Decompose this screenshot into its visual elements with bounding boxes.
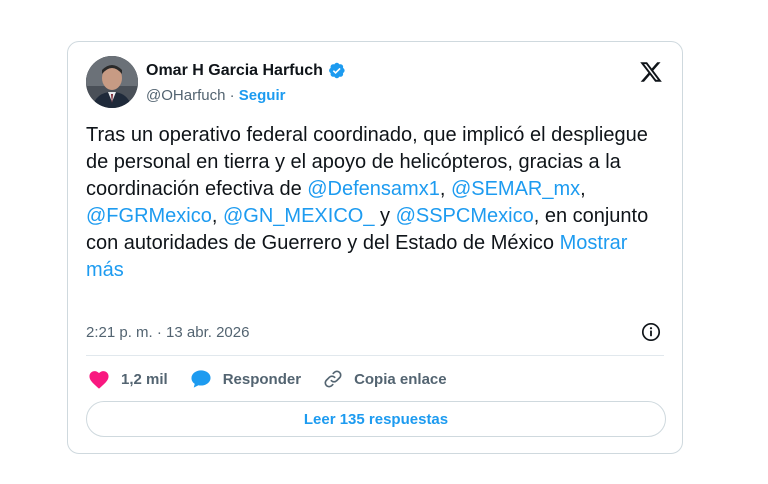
mention-link[interactable]: @Defensamx1: [307, 178, 440, 200]
avatar[interactable]: [86, 56, 138, 108]
heart-icon: [89, 371, 109, 389]
tweet-text-run: ,: [439, 178, 451, 200]
link-icon: [324, 370, 342, 388]
read-replies-label: Leer 135 respuestas: [303, 410, 449, 428]
x-logo-icon[interactable]: [639, 60, 663, 84]
tweet-text-run: y: [374, 205, 396, 227]
tweet-embed-card: Omar H Garcia Harfuch @OHarfuch · Seguir…: [67, 41, 683, 454]
tweet-timestamp[interactable]: 2:21 p. m. · 13 abr. 2026: [86, 324, 249, 341]
author-name[interactable]: Omar H Garcia Harfuch: [146, 62, 323, 80]
tweet-text-run: ,: [580, 178, 586, 200]
tweet-text: Tras un operativo federal coordinado, qu…: [86, 122, 668, 284]
author-handle-row: @OHarfuch · Seguir: [146, 87, 285, 104]
action-bar: 1,2 mil Responder Copia enlace: [88, 367, 469, 391]
info-icon[interactable]: [641, 322, 661, 342]
mention-link[interactable]: @GN_MEXICO_: [223, 205, 374, 227]
like-count: 1,2 mil: [121, 370, 168, 388]
read-replies-button[interactable]: Leer 135 respuestas: [86, 401, 666, 437]
mention-link[interactable]: @SEMAR_mx: [451, 178, 580, 200]
divider: [86, 355, 664, 356]
reply-label: Responder: [222, 370, 302, 388]
reply-button[interactable]: Responder: [190, 367, 301, 391]
author-name-row: Omar H Garcia Harfuch: [146, 61, 346, 80]
verified-badge-icon: [329, 62, 345, 79]
author-handle[interactable]: @OHarfuch: [146, 87, 225, 104]
mention-link[interactable]: @FGRMexico: [86, 205, 212, 227]
reply-bubble-icon: [191, 370, 211, 388]
handle-separator: ·: [229, 87, 235, 104]
copy-link-label: Copia enlace: [354, 370, 447, 388]
follow-button[interactable]: Seguir: [239, 87, 286, 104]
like-button[interactable]: 1,2 mil: [88, 367, 168, 391]
tweet-text-run: ,: [211, 205, 223, 227]
copy-link-button[interactable]: Copia enlace: [323, 367, 447, 391]
mention-link[interactable]: @SSPCMexico: [396, 205, 534, 227]
